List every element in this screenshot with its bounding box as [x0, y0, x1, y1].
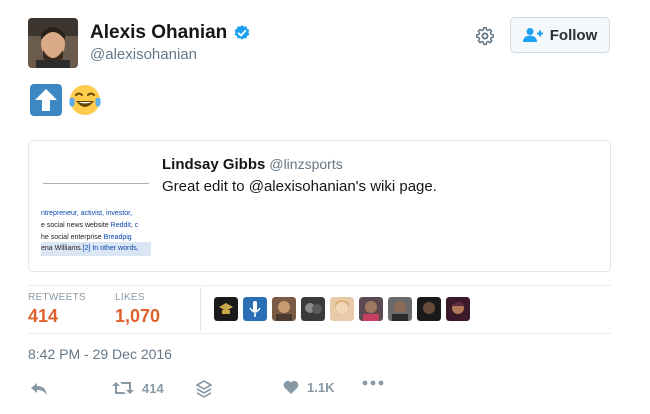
tweet: Alexis Ohanian @alexisohanian Follow ntr… [0, 0, 650, 414]
thumbnail-line-4: ena Williams.[2] In other words, [41, 245, 139, 252]
quoted-tweet-card[interactable]: ntrepreneur, activist, investor, e socia… [28, 140, 611, 272]
liker-avatar[interactable] [330, 297, 354, 321]
retweets-label: RETWEETS [28, 292, 86, 303]
stats-divider-top [28, 285, 611, 286]
tears-of-joy-emoji-icon [69, 85, 101, 115]
tweet-timestamp[interactable]: 8:42 PM - 29 Dec 2016 [28, 346, 172, 362]
layers-button[interactable] [196, 380, 212, 398]
likes-label: LIKES [115, 292, 145, 303]
like-action-count: 1.1K [307, 380, 335, 395]
quoted-tweet-text: Great edit to @alexisohanian's wiki page… [162, 178, 437, 195]
avatar[interactable] [28, 18, 78, 68]
liker-avatar[interactable] [243, 297, 267, 321]
author-name[interactable]: Alexis Ohanian [90, 22, 251, 44]
quoted-tweet-author: Lindsay Gibbs @linzsports [162, 156, 343, 173]
add-user-icon [522, 28, 543, 42]
likes-count[interactable]: 1,070 [115, 306, 160, 327]
thumbnail-line-1: ntrepreneur, activist, investor, [41, 210, 133, 217]
quoted-tweet-author-name: Lindsay Gibbs [162, 156, 266, 173]
verified-badge-icon [235, 25, 250, 40]
thumbnail-line-2: e social news website Reddit, c [41, 222, 139, 229]
retweet-icon [112, 382, 134, 394]
liker-avatar[interactable] [301, 297, 325, 321]
quoted-tweet-thumbnail: ntrepreneur, activist, investor, e socia… [41, 157, 151, 267]
stats-divider-bottom [28, 333, 611, 334]
author-name-text: Alexis Ohanian [90, 22, 228, 43]
up-arrow-emoji-icon [30, 84, 62, 116]
more-dots-icon [362, 380, 384, 386]
layers-icon [196, 380, 212, 398]
thumbnail-line-3: he social enterprise Breadpig [41, 234, 132, 241]
liker-avatar[interactable] [446, 297, 470, 321]
follow-button[interactable]: Follow [510, 17, 610, 53]
reply-icon [31, 383, 47, 395]
author-handle[interactable]: @alexisohanian [90, 46, 197, 63]
more-options-button[interactable] [362, 380, 384, 386]
likers-separator [200, 287, 201, 331]
retweet-button[interactable]: 414 [112, 380, 164, 396]
liker-avatar[interactable] [359, 297, 383, 321]
thumbnail-rule [43, 183, 149, 184]
liker-avatar[interactable] [272, 297, 296, 321]
liker-avatar[interactable] [214, 297, 238, 321]
retweets-count[interactable]: 414 [28, 306, 58, 327]
reply-button[interactable] [30, 380, 48, 396]
liker-avatar[interactable] [388, 297, 412, 321]
heart-icon [283, 380, 299, 394]
quoted-tweet-author-handle: @linzsports [269, 156, 343, 172]
gear-icon[interactable] [474, 25, 496, 47]
liker-avatar[interactable] [417, 297, 441, 321]
retweet-action-count: 414 [142, 380, 164, 396]
like-button[interactable]: 1.1K [283, 380, 334, 395]
follow-button-label: Follow [549, 26, 598, 44]
